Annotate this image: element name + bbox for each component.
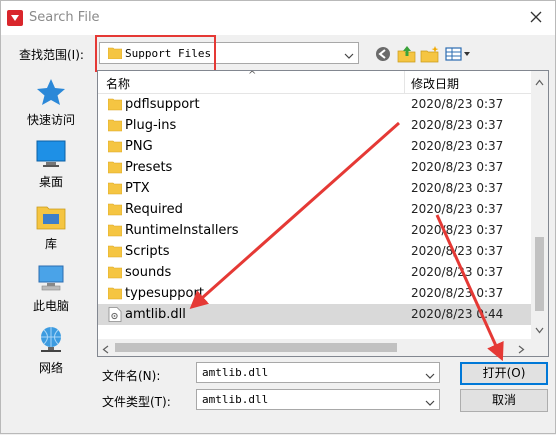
folder-icon [107, 139, 123, 156]
library-icon [35, 201, 67, 231]
file-date: 2020/8/23 0:44 [411, 307, 504, 321]
title-bar: Search File [1, 1, 555, 35]
folder-icon [107, 97, 123, 114]
file-date: 2020/8/23 0:37 [411, 202, 504, 216]
file-date: 2020/8/23 0:37 [411, 160, 504, 174]
annotation-highlight-box [95, 35, 216, 72]
places-bar: 快速访问 桌面 库 此电脑 网络 [15, 71, 87, 381]
table-row[interactable]: Required 2020/8/23 0:37 [98, 199, 532, 220]
open-button[interactable]: 打开(O) [460, 362, 548, 385]
up-folder-icon[interactable] [397, 44, 417, 64]
horizontal-scroll-thumb[interactable] [115, 343, 397, 352]
place-library[interactable]: 库 [15, 201, 87, 252]
filetype-label: 文件类型(T): [102, 395, 171, 409]
network-icon [35, 325, 67, 355]
file-date: 2020/8/23 0:37 [411, 265, 504, 279]
folder-icon [107, 286, 123, 303]
chevron-down-icon [425, 396, 435, 410]
scrollbar-corner [531, 339, 548, 356]
file-date: 2020/8/23 0:37 [411, 181, 504, 195]
column-header-date[interactable]: 修改日期 [411, 75, 459, 92]
scroll-left-icon[interactable] [102, 343, 109, 356]
file-date: 2020/8/23 0:37 [411, 286, 504, 300]
table-row[interactable]: typesupport 2020/8/23 0:37 [98, 283, 532, 304]
file-date: 2020/8/23 0:37 [411, 223, 504, 237]
scroll-down-icon[interactable] [535, 323, 544, 337]
close-icon[interactable] [525, 6, 547, 28]
lookin-label: 查找范围(I): [19, 48, 84, 62]
file-name: PNG [125, 139, 153, 154]
folder-icon [107, 202, 123, 219]
view-menu-icon[interactable] [444, 44, 472, 64]
place-label: 此电脑 [32, 299, 69, 313]
folder-icon [107, 160, 123, 177]
table-row[interactable]: amtlib.dll 2020/8/23 0:44 [98, 304, 532, 325]
dll-file-icon [108, 307, 122, 325]
file-name: Required [125, 202, 183, 217]
window-title: Search File [29, 10, 100, 25]
scroll-up-icon[interactable] [535, 75, 544, 89]
place-this-pc[interactable]: 此电脑 [15, 263, 87, 314]
file-name: Presets [125, 160, 173, 175]
filetype-value: amtlib.dll [202, 393, 269, 406]
sort-up-icon: ^ [248, 70, 257, 81]
app-icon [7, 10, 23, 26]
place-label: 快速访问 [26, 113, 75, 127]
place-label: 库 [44, 237, 57, 251]
file-name: Scripts [125, 244, 170, 259]
computer-icon [35, 263, 67, 293]
place-label: 桌面 [38, 175, 63, 189]
file-date: 2020/8/23 0:37 [411, 118, 504, 132]
chevron-down-icon [344, 49, 354, 63]
desktop-icon [35, 139, 67, 169]
file-name: sounds [125, 265, 172, 280]
table-row[interactable]: RuntimeInstallers 2020/8/23 0:37 [98, 220, 532, 241]
table-row[interactable]: PNG 2020/8/23 0:37 [98, 136, 532, 157]
file-name: Plug-ins [125, 118, 177, 133]
scroll-right-icon[interactable] [518, 343, 525, 356]
chevron-down-icon[interactable] [425, 369, 435, 383]
filename-field[interactable]: amtlib.dll [196, 362, 440, 383]
place-network[interactable]: 网络 [15, 325, 87, 376]
file-name: pdflsupport [125, 97, 200, 112]
horizontal-scrollbar[interactable] [98, 339, 532, 356]
table-row[interactable]: sounds 2020/8/23 0:37 [98, 262, 532, 283]
filename-value: amtlib.dll [202, 366, 269, 379]
file-name: typesupport [125, 286, 204, 301]
folder-icon [107, 265, 123, 282]
file-dialog: Search File 查找范围(I): Support Files 快速访问 [0, 0, 556, 434]
table-row[interactable]: Scripts 2020/8/23 0:37 [98, 241, 532, 262]
star-icon [35, 77, 67, 107]
file-list[interactable]: ^ 名称 修改日期 pdflsupport 2020/8/23 0:37 Plug-… [97, 70, 549, 357]
file-name: PTX [125, 181, 150, 196]
list-header: ^ 名称 修改日期 [98, 71, 532, 94]
vertical-scrollbar[interactable] [531, 71, 548, 339]
place-quick-access[interactable]: 快速访问 [15, 77, 87, 128]
new-folder-icon[interactable] [420, 44, 440, 64]
folder-icon [107, 118, 123, 135]
file-date: 2020/8/23 0:37 [411, 139, 504, 153]
file-date: 2020/8/23 0:37 [411, 244, 504, 258]
column-header-name[interactable]: 名称 [106, 75, 130, 92]
vertical-scroll-thumb[interactable] [535, 237, 544, 311]
table-row[interactable]: PTX 2020/8/23 0:37 [98, 178, 532, 199]
table-row[interactable]: Presets 2020/8/23 0:37 [98, 157, 532, 178]
file-name: amtlib.dll [125, 307, 186, 322]
folder-icon [107, 181, 123, 198]
folder-icon [107, 244, 123, 261]
back-icon[interactable] [373, 44, 393, 64]
table-row[interactable]: Plug-ins 2020/8/23 0:37 [98, 115, 532, 136]
folder-icon [107, 223, 123, 240]
column-divider[interactable] [404, 71, 405, 93]
place-label: 网络 [38, 361, 63, 375]
filetype-dropdown[interactable]: amtlib.dll [196, 389, 440, 410]
filename-label: 文件名(N): [102, 369, 161, 383]
place-desktop[interactable]: 桌面 [15, 139, 87, 190]
table-row[interactable]: pdflsupport 2020/8/23 0:37 [98, 94, 532, 115]
file-name: RuntimeInstallers [125, 223, 239, 238]
file-date: 2020/8/23 0:37 [411, 97, 504, 111]
cancel-button[interactable]: 取消 [460, 389, 548, 412]
